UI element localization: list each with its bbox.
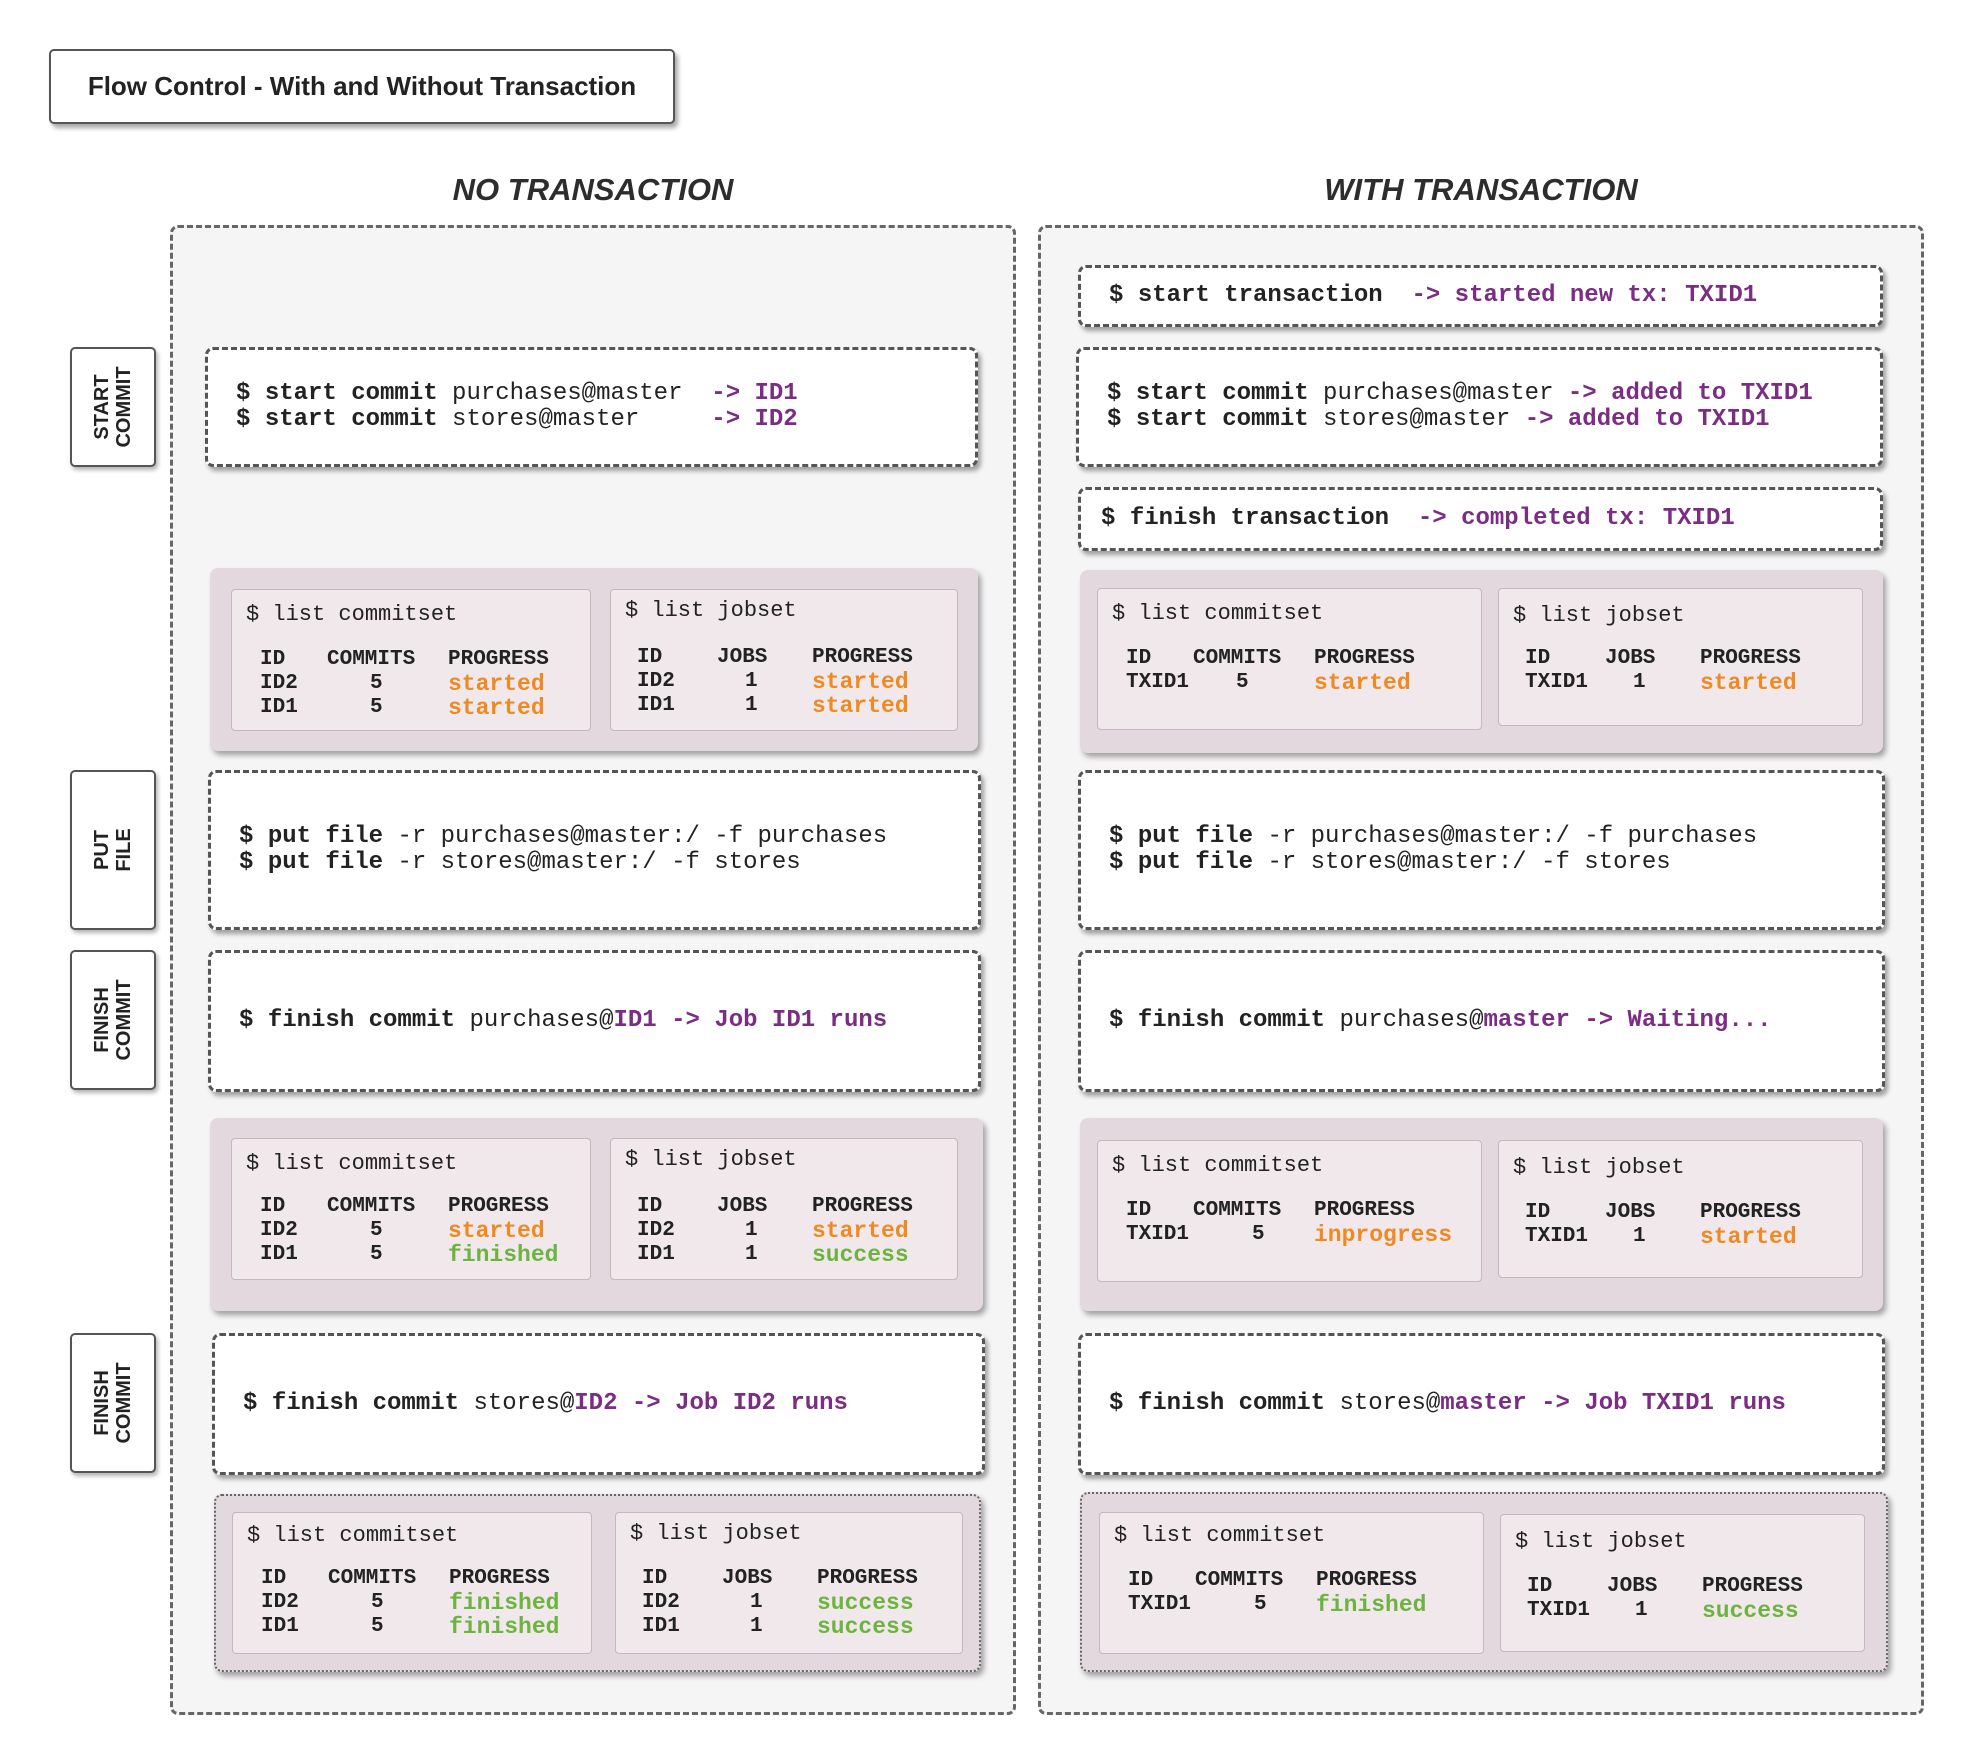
list-jobset-command: $ list jobset	[630, 1521, 802, 1546]
command-line: $ start commit purchases@master -> ID1	[236, 380, 798, 407]
jobset-card: $ list jobset ID JOBS PROGRESS ID2 1 success…	[615, 1512, 963, 1654]
command-line: $ start commit stores@master -> added to…	[1107, 406, 1770, 433]
side-label-start-commit: START COMMIT	[70, 347, 156, 467]
side-label-line: START	[91, 374, 113, 440]
side-label-line: FINISH	[91, 1370, 113, 1436]
side-label-line: FILE	[113, 828, 135, 872]
command-line: $ finish commit stores@master -> Job TXI…	[1109, 1390, 1786, 1417]
jobset-card: $ list jobset ID JOBS PROGRESS ID2 1 started…	[610, 589, 958, 731]
command-line: $ finish commit purchases@ID1 -> Job ID1…	[239, 1007, 888, 1034]
commitset-row: ID1 5 started	[260, 695, 545, 721]
put-file-command-box: $ put file -r purchases@master:/ -f purc…	[1078, 770, 1885, 930]
jobset-card: $ list jobset ID JOBS PROGRESS TXID1 1 start…	[1498, 588, 1863, 726]
diagram-title-text: Flow Control - With and Without Transact…	[87, 71, 637, 101]
column-heading-with-transaction: WITH TRANSACTION	[1324, 172, 1638, 207]
results-panel: $ list commitset ID COMMITS PROGRESS ID2 5 s…	[210, 1118, 983, 1311]
commitset-row: TXID1 5 inprogress	[1126, 1222, 1453, 1248]
commitset-row: ID1 5 finished	[261, 1614, 560, 1640]
command-line: $ start transaction -> started new tx: T…	[1109, 282, 1758, 309]
side-label-finish-commit: FINISH COMMIT	[70, 950, 156, 1090]
put-file-command-box: $ put file -r purchases@master:/ -f purc…	[208, 770, 981, 930]
commitset-row: TXID1 5 started	[1126, 670, 1411, 696]
finish-commit-command-box: $ finish commit stores@ID2 -> Job ID2 ru…	[212, 1333, 985, 1475]
commitset-card: $ list commitset ID COMMITS PROGRESS TXID1…	[1099, 1512, 1484, 1654]
finish-commit-command-box: $ finish commit purchases@ID1 -> Job ID1…	[208, 950, 981, 1092]
commitset-card: $ list commitset ID COMMITS PROGRESS ID2 5 s…	[231, 1138, 591, 1280]
results-panel: $ list commitset ID COMMITS PROGRESS TXID1…	[1080, 1492, 1888, 1672]
list-jobset-command: $ list jobset	[1513, 603, 1685, 628]
side-label-line: COMMIT	[113, 1362, 135, 1444]
finish-commit-command-box: $ finish commit stores@master -> Job TXI…	[1078, 1333, 1885, 1475]
list-jobset-command: $ list jobset	[1515, 1529, 1687, 1554]
results-panel: $ list commitset ID COMMITS PROGRESS TXID1…	[1080, 570, 1883, 753]
list-commitset-command: $ list commitset	[1114, 1523, 1326, 1548]
start-transaction-command-box: $ start transaction -> started new tx: T…	[1078, 265, 1883, 327]
command-line: $ finish commit stores@ID2 -> Job ID2 ru…	[243, 1390, 848, 1417]
command-line: $ put file -r stores@master:/ -f stores	[239, 849, 801, 876]
list-jobset-command: $ list jobset	[1513, 1155, 1685, 1180]
commitset-card: $ list commitset ID COMMITS PROGRESS ID2 5 f…	[232, 1512, 592, 1654]
commitset-card: $ list commitset ID COMMITS PROGRESS TXID1…	[1097, 1140, 1482, 1282]
jobset-row: ID1 1 success	[642, 1614, 914, 1640]
results-panel: $ list commitset ID COMMITS PROGRESS ID2 5 s…	[210, 568, 978, 751]
side-label-finish-commit: FINISH COMMIT	[70, 1333, 156, 1473]
command-line: $ start commit purchases@master -> added…	[1107, 380, 1813, 407]
side-label-line: FINISH	[91, 987, 113, 1053]
list-commitset-command: $ list commitset	[247, 1523, 459, 1548]
jobset-row: ID1 1 success	[637, 1242, 909, 1268]
command-line: $ put file -r purchases@master:/ -f purc…	[1109, 823, 1758, 850]
side-label-line: PUT	[91, 830, 113, 870]
commitset-row: ID1 5 finished	[260, 1242, 559, 1268]
jobset-row: TXID1 1 started	[1525, 1224, 1797, 1250]
command-line: $ finish commit purchases@master -> Wait…	[1109, 1007, 1772, 1034]
command-line: $ put file -r stores@master:/ -f stores	[1109, 849, 1671, 876]
commitset-card: $ list commitset ID COMMITS PROGRESS ID2 5 s…	[231, 589, 591, 731]
side-label-line: COMMIT	[113, 366, 135, 448]
side-label-put-file: PUT FILE	[70, 770, 156, 930]
list-commitset-command: $ list commitset	[246, 1151, 458, 1176]
command-line: $ put file -r purchases@master:/ -f purc…	[239, 823, 888, 850]
list-commitset-command: $ list commitset	[1112, 1153, 1324, 1178]
side-label-line: COMMIT	[113, 979, 135, 1061]
list-jobset-command: $ list jobset	[625, 598, 797, 623]
jobset-row: TXID1 1 success	[1527, 1598, 1799, 1624]
commitset-card: $ list commitset ID COMMITS PROGRESS TXID1…	[1097, 588, 1482, 730]
diagram-title: Flow Control - With and Without Transact…	[49, 49, 675, 124]
command-line: $ start commit stores@master -> ID2	[236, 406, 798, 433]
commitset-row: TXID1 5 finished	[1128, 1592, 1427, 1618]
list-commitset-command: $ list commitset	[246, 602, 458, 627]
finish-transaction-command-box: $ finish transaction -> completed tx: TX…	[1078, 487, 1883, 551]
list-jobset-command: $ list jobset	[625, 1147, 797, 1172]
list-commitset-command: $ list commitset	[1112, 601, 1324, 626]
command-line: $ finish transaction -> completed tx: TX…	[1101, 505, 1735, 532]
results-panel: $ list commitset ID COMMITS PROGRESS ID2 5 f…	[214, 1494, 981, 1672]
jobset-row: TXID1 1 started	[1525, 670, 1797, 696]
column-heading-no-transaction: NO TRANSACTION	[452, 172, 734, 207]
jobset-card: $ list jobset ID JOBS PROGRESS TXID1 1 start…	[1498, 1140, 1863, 1278]
results-panel: $ list commitset ID COMMITS PROGRESS TXID1…	[1080, 1118, 1883, 1311]
finish-commit-command-box: $ finish commit purchases@master -> Wait…	[1078, 950, 1885, 1092]
jobset-card: $ list jobset ID JOBS PROGRESS TXID1 1 succe…	[1500, 1514, 1865, 1652]
jobset-card: $ list jobset ID JOBS PROGRESS ID2 1 started…	[610, 1138, 958, 1280]
jobset-row: ID1 1 started	[637, 693, 909, 719]
start-commit-command-box: $ start commit purchases@master -> added…	[1076, 347, 1883, 467]
start-commit-command-box: $ start commit purchases@master -> ID1 $…	[205, 347, 978, 467]
